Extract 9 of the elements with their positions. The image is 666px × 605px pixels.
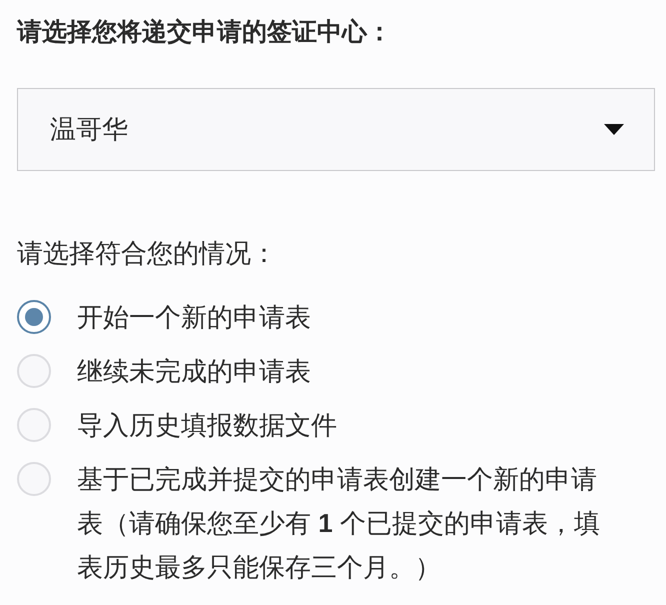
option-label: 导入历史填报数据文件 [77, 409, 338, 442]
situation-prompt: 请选择符合您的情况： [17, 237, 278, 270]
radio-button[interactable] [17, 300, 51, 334]
option-label: 开始一个新的申请表 [77, 301, 312, 334]
visa-center-select[interactable]: 温哥华 [17, 88, 655, 171]
caret-icon [604, 124, 624, 136]
option-label: 继续未完成的申请表 [77, 355, 312, 388]
option-label: 基于已完成并提交的申请表创建一个新的申请表（请确保您至少有 1 个已提交的申请表，填表历史最多只能保存三个月。） [77, 463, 601, 584]
section-heading: 请选择您将递交申请的签证中心： [17, 17, 393, 48]
